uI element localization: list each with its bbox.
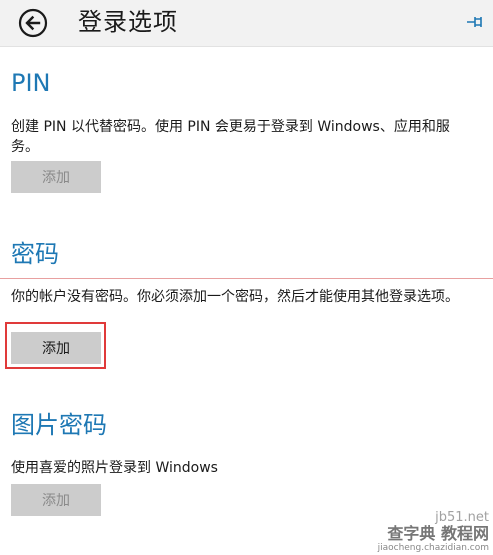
page-title: 登录选项 bbox=[78, 8, 178, 36]
watermark: jb51.net 查字典 教程网 jiaocheng.chazidian.com bbox=[377, 510, 489, 554]
pin-add-button[interactable]: 添加 bbox=[11, 161, 101, 193]
watermark-site: jb51.net bbox=[435, 510, 489, 525]
picture-password-description: 使用喜爱的照片登录到 Windows bbox=[11, 460, 218, 476]
pin-section-title: PIN bbox=[11, 69, 51, 97]
pin-description: 创建 PIN 以代替密码。使用 PIN 会更易于登录到 Windows、应用和服… bbox=[11, 119, 450, 155]
watermark-main: 查字典 教程网 bbox=[387, 524, 489, 543]
header-bar: 登录选项 bbox=[0, 0, 493, 47]
password-description: 你的帐户没有密码。你必须添加一个密码，然后才能使用其他登录选项。 bbox=[11, 289, 459, 305]
back-arrow-circle-icon bbox=[18, 8, 48, 38]
picture-password-section-title: 图片密码 bbox=[11, 411, 107, 439]
divider-line bbox=[0, 278, 493, 279]
picture-password-add-button[interactable]: 添加 bbox=[11, 484, 101, 516]
back-button[interactable] bbox=[18, 8, 48, 38]
password-add-button[interactable]: 添加 bbox=[11, 332, 101, 364]
watermark-url: jiaocheng.chazidian.com bbox=[377, 543, 489, 553]
password-section-title: 密码 bbox=[11, 240, 59, 268]
settings-page: 登录选项 PIN 创建 PIN 以代替密码。使用 PIN 会更易于登录到 Win… bbox=[0, 0, 493, 555]
pin-icon[interactable] bbox=[465, 14, 485, 30]
